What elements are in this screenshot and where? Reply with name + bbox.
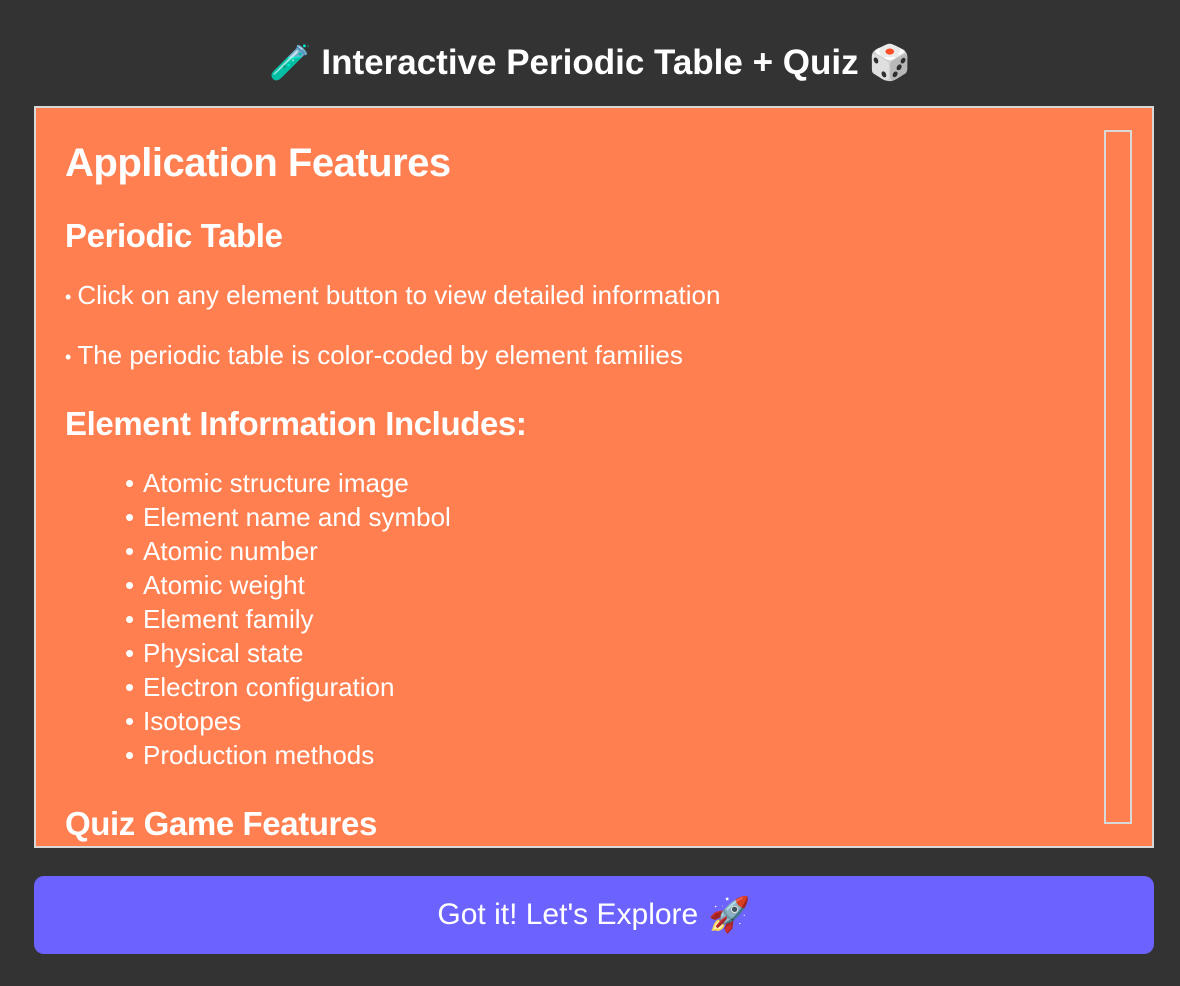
features-heading: Application Features <box>65 141 451 185</box>
app-window: 🧪 Interactive Periodic Table + Quiz 🎲 Ap… <box>0 0 1180 986</box>
features-panel[interactable]: Application Features Periodic Table • Cli… <box>34 106 1154 848</box>
list-item: • Atomic weight <box>125 570 305 601</box>
rocket-icon: 🚀 <box>708 895 751 935</box>
element-info-list: • Atomic structure image • Element name an… <box>65 466 1085 772</box>
explore-button[interactable]: Got it! Let's Explore 🚀 <box>34 876 1154 954</box>
periodic-table-item: • The periodic table is color-coded by el… <box>65 340 683 371</box>
list-item: • Atomic number <box>125 536 318 567</box>
scrollbar[interactable] <box>1104 130 1132 824</box>
list-item: • Atomic structure image <box>125 468 409 499</box>
bullet-icon: • <box>65 347 72 368</box>
list-item: • Electron configuration <box>125 672 395 703</box>
quiz-heading: Quiz Game Features <box>65 805 377 843</box>
periodic-table-item: • Click on any element button to view det… <box>65 280 721 310</box>
list-item: • Isotopes <box>125 706 242 737</box>
test-tube-icon: 🧪 <box>269 43 312 83</box>
list-item: • Physical state <box>125 638 304 669</box>
features-content: Application Features Periodic Table • Cli… <box>65 138 1085 846</box>
list-item: • Element family <box>125 604 314 635</box>
periodic-table-heading: Periodic Table <box>65 217 283 254</box>
element-info-heading: Element Information Includes: <box>65 405 527 443</box>
dice-icon: 🎲 <box>868 43 911 83</box>
title-text: Interactive Periodic Table + Quiz <box>321 43 859 82</box>
explore-button-label: Got it! Let's Explore <box>437 898 699 931</box>
bullet-icon: • <box>65 287 72 308</box>
window-title: 🧪 Interactive Periodic Table + Quiz 🎲 <box>0 40 1180 86</box>
list-item: • Element name and symbol <box>125 502 451 533</box>
list-item: • Production methods <box>125 740 375 771</box>
